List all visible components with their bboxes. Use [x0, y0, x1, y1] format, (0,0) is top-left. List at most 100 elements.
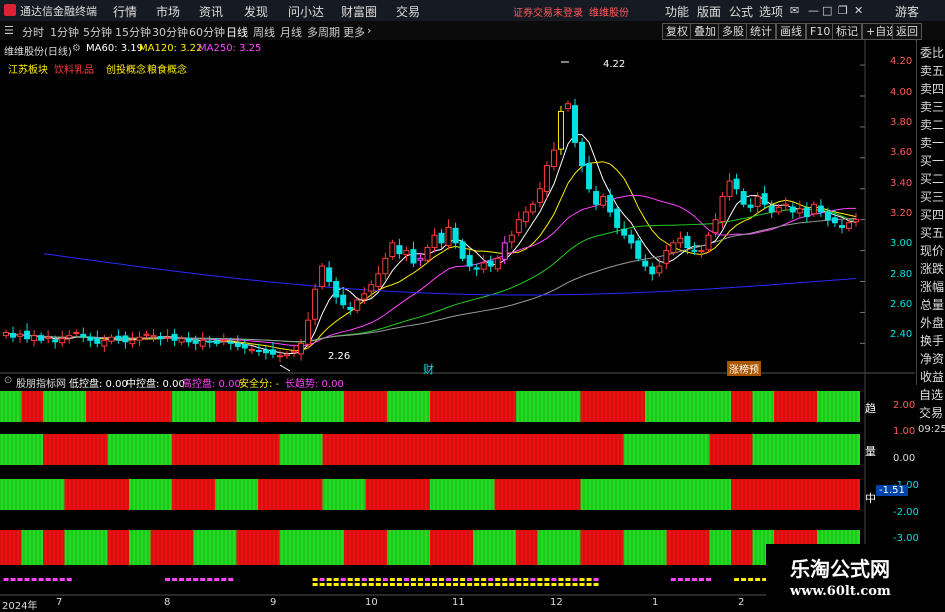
signal-dot: [417, 578, 423, 581]
date-tick: 9: [270, 597, 277, 608]
menu-item-ask[interactable]: 问小达: [288, 3, 324, 20]
mark-button[interactable]: 标记: [832, 23, 862, 40]
tab-timeshare[interactable]: 分时: [22, 24, 44, 40]
indicator-strip-segment: [623, 479, 645, 510]
menu-formula[interactable]: 公式: [729, 3, 753, 20]
draw-button[interactable]: 画线: [776, 23, 806, 40]
minimize-icon[interactable]: —: [808, 4, 819, 17]
candle-body: [810, 203, 817, 215]
signal-dot: [453, 578, 459, 581]
back-button[interactable]: 返回: [892, 23, 922, 40]
tab-1min[interactable]: 1分钟: [50, 24, 79, 40]
menu-options[interactable]: 选项: [759, 3, 783, 20]
candle-body: [726, 180, 733, 197]
adjust-button[interactable]: 复权: [662, 23, 692, 40]
candle-body: [122, 335, 129, 343]
candle-body: [747, 204, 754, 208]
date-tick: 11: [452, 597, 465, 608]
tab-15min[interactable]: 15分钟: [115, 24, 151, 40]
signal-dot: [558, 583, 564, 586]
indicator-strip-segment: [559, 391, 581, 422]
overlay-button[interactable]: 叠加: [690, 23, 720, 40]
f10-button[interactable]: F10: [806, 23, 835, 40]
close-icon[interactable]: ✕: [854, 4, 863, 17]
signal-dot: [565, 583, 571, 586]
signal-dot: [488, 583, 494, 586]
tab-more[interactable]: 更多: [343, 24, 365, 40]
list-icon[interactable]: ☰: [4, 24, 14, 37]
indicator-strip-segment: [559, 530, 581, 565]
tab-60min[interactable]: 60分钟: [189, 24, 225, 40]
trade-side-button[interactable]: 交易: [919, 404, 943, 421]
signal-dot: [312, 578, 318, 581]
candle-body: [845, 222, 852, 229]
tab-multi[interactable]: 多周期: [307, 24, 340, 40]
candle-body: [333, 281, 340, 298]
price-tick: 2.40: [890, 329, 913, 340]
concept-dairy[interactable]: 饮料乳品: [54, 61, 94, 76]
menu-item-wealth[interactable]: 财富圈: [341, 3, 377, 20]
signal-dot: [537, 583, 543, 586]
indicator-strip-segment: [150, 391, 172, 422]
signal-dot: [38, 578, 44, 581]
stats-button[interactable]: 统计: [746, 23, 776, 40]
app-logo-icon: [4, 4, 16, 16]
candle-body: [586, 163, 593, 190]
tab-weekly[interactable]: 周线: [253, 24, 275, 40]
indicator-toggle-icon[interactable]: ⊙: [4, 375, 12, 386]
finance-marker[interactable]: 财: [423, 361, 434, 377]
candle-body: [375, 273, 382, 287]
fullscreen-icon[interactable]: □: [822, 4, 832, 17]
menu-item-discover[interactable]: 发现: [244, 3, 268, 20]
signal-dot: [340, 578, 346, 581]
candle-body: [663, 250, 670, 264]
concept-jiangsu[interactable]: 江苏板块: [8, 61, 48, 76]
signal-dot: [439, 583, 445, 586]
watchlist-side-button[interactable]: 自选: [919, 386, 943, 403]
indicator-strip-segment: [215, 530, 237, 565]
candle-body: [698, 250, 705, 253]
candle-body: [389, 242, 396, 257]
chevron-down-icon[interactable]: ›: [367, 24, 371, 37]
tab-30min[interactable]: 30分钟: [152, 24, 188, 40]
tab-monthly[interactable]: 月线: [280, 24, 302, 40]
concept-grain[interactable]: 粮食概念: [147, 61, 187, 76]
menu-item-market[interactable]: 市场: [156, 3, 180, 20]
kline-chart[interactable]: [0, 40, 915, 609]
candle-body: [628, 234, 635, 244]
guest-label[interactable]: 游客: [895, 3, 919, 20]
candle-body: [227, 341, 234, 344]
signal-dot: [389, 578, 395, 581]
menu-item-trade[interactable]: 交易: [396, 3, 420, 20]
price-tick: 4.00: [890, 87, 913, 98]
menu-item-news[interactable]: 资讯: [199, 3, 223, 20]
signal-dot: [446, 583, 452, 586]
ma120-label: MA120: 3.22: [139, 43, 203, 54]
menu-function[interactable]: 功能: [665, 3, 689, 20]
signal-dot: [530, 583, 536, 586]
indicator-name[interactable]: 股朋指标网: [16, 375, 66, 390]
signal-dot: [382, 578, 388, 581]
ask5-label: 卖五: [920, 64, 945, 78]
limit-up-forecast-marker[interactable]: 涨榜预: [727, 361, 761, 376]
settings-gear-icon[interactable]: ⚙: [72, 43, 81, 54]
indicator-strip-segment: [279, 391, 301, 422]
window-icon[interactable]: ❐: [838, 4, 848, 17]
signal-dot: [375, 578, 381, 581]
candle-body: [817, 205, 824, 213]
tab-daily[interactable]: 日线: [226, 24, 248, 40]
menu-item-quotes[interactable]: 行情: [113, 3, 137, 20]
indicator-strip-segment: [494, 391, 516, 422]
strip-label-volume: 量: [865, 445, 876, 458]
tab-5min[interactable]: 5分钟: [83, 24, 112, 40]
menu-layout[interactable]: 版面: [697, 3, 721, 20]
candle-body: [80, 333, 87, 338]
candle-body: [417, 257, 424, 261]
candle-body: [635, 240, 642, 259]
mail-icon[interactable]: ✉: [790, 4, 799, 17]
candle-body: [164, 336, 171, 339]
signal-dot: [495, 578, 501, 581]
candle-body: [452, 227, 459, 244]
multi-stock-button[interactable]: 多股: [718, 23, 748, 40]
concept-venture[interactable]: 创投概念: [106, 61, 146, 76]
